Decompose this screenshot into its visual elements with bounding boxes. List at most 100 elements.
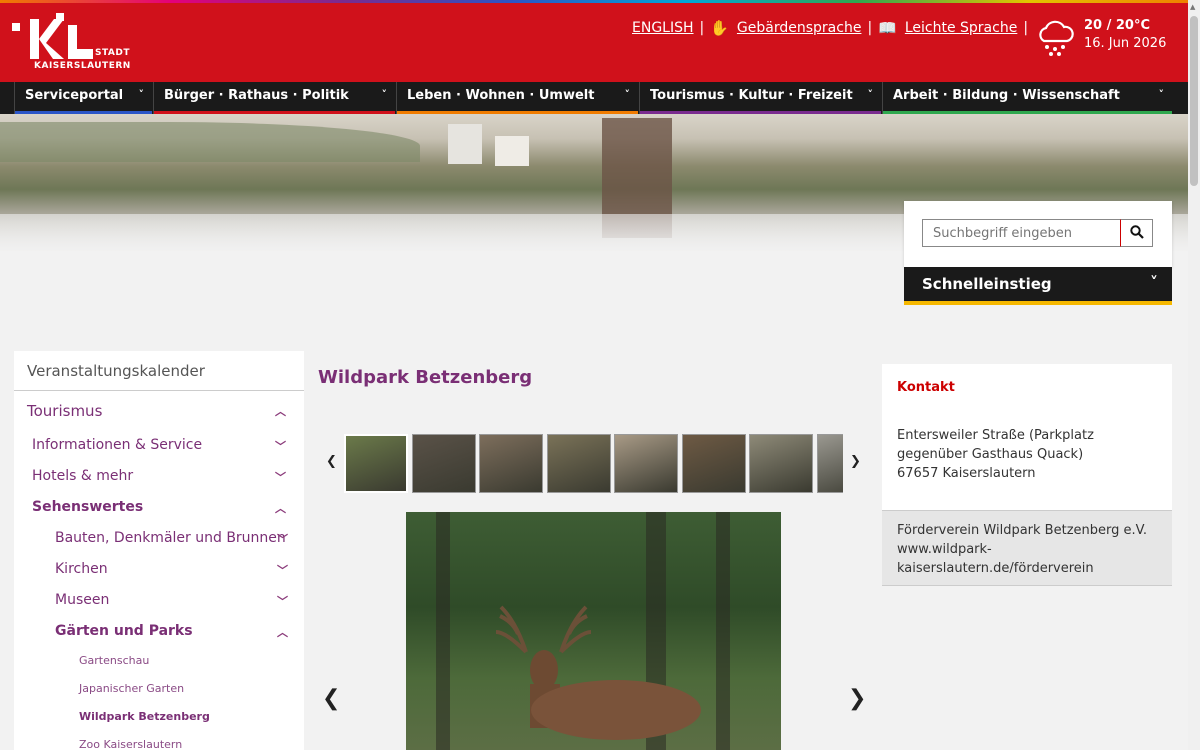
chevron-down-icon: ˅ [381,88,388,101]
sidebar-item-label: Sehenswertes [32,499,144,515]
nav-label: Serviceportal [25,88,124,103]
english-link[interactable]: ENGLISH [632,20,694,36]
sidebar-item[interactable]: Hotels & mehr ﹀ [14,462,304,493]
building-shape [448,124,482,164]
sign-language-icon: ✋ [710,19,729,37]
sidebar-item[interactable]: Japanischer Garten [14,676,304,704]
separator: | [867,20,873,36]
search-icon [1129,224,1144,239]
main-navigation: Serviceportal ˅ Bürger · Rathaus · Polit… [0,82,1188,114]
sidebar-item[interactable]: Gärten und Parks ︿ [14,617,304,648]
chevron-down-icon: ˅ [1158,88,1165,101]
sidebar-item-label: Kirchen [55,561,108,577]
chevron-down-icon: ˅ [1150,273,1158,292]
address-street: Entersweiler Straße (Parkplatz gegenüber… [897,428,1094,462]
top-links: ENGLISH | ✋ Gebärdensprache | 📖 Leichte … [632,19,1028,37]
scrollbar-thumb[interactable] [1190,16,1198,186]
chevron-up-icon[interactable]: ︿ [275,500,286,516]
sidebar-item[interactable]: Gartenschau [14,648,304,676]
chevron-down-icon: ˅ [867,88,874,101]
association-url[interactable]: www.wildpark-kaiserslautern.de/förderver… [897,540,1162,578]
address-city: 67657 Kaiserslautern [897,466,1036,481]
sidebar-item[interactable]: Bauten, Denkmäler und Brunnen ﹀ [14,524,304,555]
chevron-down-icon[interactable]: ﹀ [277,562,288,578]
nav-label: Leben · Wohnen · Umwelt [407,88,595,103]
sidebar-item-label: Museen [55,592,110,608]
thumbnail-strip [344,434,843,493]
nav-item-buerger[interactable]: Bürger · Rathaus · Politik ˅ [153,82,395,114]
nav-item-tourismus[interactable]: Tourismus · Kultur · Freizeit ˅ [639,82,881,114]
gallery-thumbnail[interactable] [816,434,843,493]
sidebar-item[interactable]: Kirchen ﹀ [14,555,304,586]
sign-language-link[interactable]: Gebärdensprache [737,20,862,36]
nav-label: Bürger · Rathaus · Politik [164,88,349,103]
gallery-thumbnail[interactable] [614,434,678,493]
contact-address: Entersweiler Straße (Parkplatz gegenüber… [897,426,1162,483]
logo-stadt: STADT [95,48,130,58]
deer-illustration [495,605,701,740]
sidebar-tree: Tourismus ︿ Informationen & Service ﹀ Hotels… [14,391,304,750]
sidebar-item[interactable]: Tourismus ︿ [14,391,304,431]
gallery-thumbnail[interactable] [344,434,408,493]
sidebar-item[interactable]: Informationen & Service ﹀ [14,431,304,462]
nav-item-leben[interactable]: Leben · Wohnen · Umwelt ˅ [396,82,638,114]
sidebar-item[interactable]: Zoo Kaiserslautern [14,732,304,750]
scroll-up-arrow[interactable]: ▲ [1190,3,1195,11]
sidebar-item-label: Tourismus [27,402,103,420]
quick-access-dropdown[interactable]: Schnelleinstieg ˅ [904,267,1172,305]
sidebar-item[interactable]: Museen ﹀ [14,586,304,617]
chevron-down-icon[interactable]: ﹀ [277,593,288,609]
sidebar-event-calendar-link[interactable]: Veranstaltungskalender [14,351,304,391]
chevron-down-icon: ˅ [138,88,145,101]
easy-language-link[interactable]: Leichte Sprache [905,20,1017,36]
sidebar-item-label: Japanischer Garten [79,682,185,695]
search-panel [904,201,1172,267]
search-input[interactable] [922,219,1120,247]
thumbs-prev-arrow[interactable]: ❮ [326,454,337,469]
weather-widget[interactable]: 20 / 20°C 16. Jun 2026 [1036,17,1166,57]
page-scrollbar[interactable]: ▲ [1188,0,1200,750]
search-button[interactable] [1120,219,1153,247]
gallery-thumbnail[interactable] [411,434,476,493]
gallery-thumbnail[interactable] [479,434,543,493]
chevron-down-icon: ˅ [624,88,631,101]
gallery-next-arrow[interactable]: ❯ [848,686,866,711]
page-title: Wildpark Betzenberg [318,367,533,388]
chevron-up-icon[interactable]: ︿ [277,624,288,640]
weather-temp: 20 / 20°C [1084,18,1151,33]
chevron-down-icon[interactable]: ﹀ [275,469,286,485]
tree-trunk [436,512,450,750]
gallery-prev-arrow[interactable]: ❮ [322,686,340,711]
gallery-main-photo[interactable] [406,512,781,750]
sidebar-item-label: Gartenschau [79,654,150,667]
chevron-down-icon[interactable]: ﹀ [275,438,286,454]
gallery-thumbnail[interactable] [681,434,746,493]
separator: | [1023,20,1029,36]
sidebar-item-label: Wildpark Betzenberg [79,710,210,723]
sidebar-item-label: Hotels & mehr [32,468,134,484]
sidebar-item-label: Bauten, Denkmäler und Brunnen [55,530,286,546]
nav-item-arbeit[interactable]: Arbeit · Bildung · Wissenschaft ˅ [882,82,1172,114]
nav-label: Arbeit · Bildung · Wissenschaft [893,88,1120,103]
site-header: STADT KAISERSLAUTERN ENGLISH | ✋ Gebärde… [0,3,1188,82]
rain-cloud-icon [1039,20,1074,56]
tree-trunk [716,512,730,750]
easy-language-icon: 📖 [878,19,897,37]
weather-date: 16. Jun 2026 [1084,36,1167,51]
separator: | [699,20,705,36]
chevron-up-icon[interactable]: ︿ [275,403,286,419]
sidebar-item[interactable]: Wildpark Betzenberg [14,704,304,732]
sidebar-item-label: Informationen & Service [32,437,203,453]
contact-heading: Kontakt [897,380,955,395]
sidebar-navigation: Veranstaltungskalender Tourismus ︿ Informa… [14,351,304,750]
sidebar-item[interactable]: Sehenswertes ︿ [14,493,304,524]
nav-item-serviceportal[interactable]: Serviceportal ˅ [14,82,152,114]
building-shape [495,136,529,166]
contact-box: Kontakt Entersweiler Straße (Parkplatz g… [882,364,1172,510]
gallery-thumbnail[interactable] [749,434,813,493]
logo-city-name: KAISERSLAUTERN [34,61,131,71]
gallery-thumbnail[interactable] [546,434,611,493]
association-name: Förderverein Wildpark Betzenberg e.V. [897,523,1147,538]
thumbs-next-arrow[interactable]: ❯ [850,454,861,469]
chevron-down-icon[interactable]: ﹀ [277,531,288,547]
